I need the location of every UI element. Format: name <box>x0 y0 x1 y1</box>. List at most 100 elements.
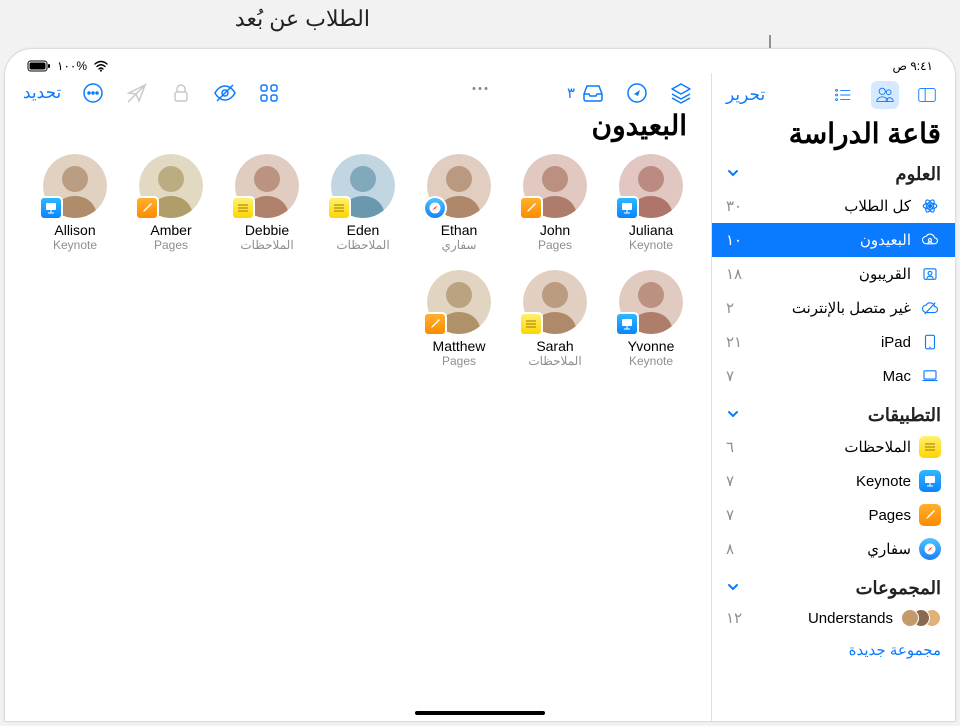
student-app-label: Keynote <box>603 354 699 368</box>
student-name: Juliana <box>603 222 699 238</box>
battery-icon <box>27 60 51 72</box>
student-app-label: Pages <box>507 238 603 252</box>
student-name: John <box>507 222 603 238</box>
home-indicator[interactable] <box>415 711 545 715</box>
student-app-label: الملاحظات <box>219 238 315 252</box>
student-card[interactable]: JulianaKeynote <box>603 154 699 252</box>
ipad-icon <box>919 331 941 353</box>
nav-arrow-icon <box>125 81 149 105</box>
student-app-label: Pages <box>411 354 507 368</box>
inbox-icon[interactable]: ٣ <box>567 81 605 105</box>
students-grid: AllisonKeynoteAmberPagesDebbieالملاحظاتE… <box>5 154 711 386</box>
student-card[interactable]: Sarahالملاحظات <box>507 270 603 368</box>
section-header-groups[interactable]: المجموعات <box>712 574 955 603</box>
student-card[interactable]: Debbieالملاحظات <box>219 154 315 252</box>
sidebar-item-count: ١٢ <box>726 609 742 627</box>
sidebar-item-nearby[interactable]: القريبون١٨ <box>712 257 955 291</box>
section-header-sciences[interactable]: العلوم <box>712 160 955 189</box>
student-card[interactable]: Ethanسفاري <box>411 154 507 252</box>
person-rect-icon <box>919 263 941 285</box>
sidebar-item-mac[interactable]: Mac ٧ <box>712 359 955 393</box>
battery-text: %١٠٠ <box>57 59 87 73</box>
new-group-button[interactable]: مجموعة جديدة <box>712 633 955 667</box>
student-card[interactable]: JohnPages <box>507 154 603 252</box>
student-name: Sarah <box>507 338 603 354</box>
student-app-label: Keynote <box>603 238 699 252</box>
device-frame: ٩:٤١ ص %١٠٠ تحرير قاعة الدراسة العلوم <box>4 48 956 722</box>
student-card[interactable]: AmberPages <box>123 154 219 252</box>
group-avatars-icon <box>901 609 941 627</box>
multitask-dots[interactable] <box>473 87 488 90</box>
chevron-down-icon <box>726 405 740 426</box>
sidebar-item-count: ١٨ <box>726 265 742 283</box>
status-time: ٩:٤١ ص <box>892 59 933 73</box>
sidebar-item-label: iPad <box>881 334 911 351</box>
section-title: العلوم <box>895 164 941 185</box>
students-view-icon[interactable] <box>871 81 899 109</box>
page-title: البعيدون <box>5 107 711 154</box>
cloud-person-icon <box>919 229 941 251</box>
sidebar-item-label: كل الطلاب <box>844 197 911 215</box>
sidebar-item-group[interactable]: Understands١٢ <box>712 603 955 633</box>
sidebar-item-label: الملاحظات <box>844 438 911 456</box>
student-card[interactable]: Edenالملاحظات <box>315 154 411 252</box>
status-bar: ٩:٤١ ص %١٠٠ <box>5 49 955 73</box>
sidebar-item-count: ٦ <box>726 438 734 456</box>
sidebar-title: قاعة الدراسة <box>712 113 955 160</box>
sidebar-toolbar: تحرير <box>712 73 955 113</box>
inbox-count: ٣ <box>567 84 575 102</box>
sidebar-item-app-pages[interactable]: Pages ٧ <box>712 498 955 532</box>
student-name: Yvonne <box>603 338 699 354</box>
sidebar-item-count: ٧ <box>726 506 734 524</box>
select-button[interactable]: تحديد <box>23 83 61 103</box>
sidebar-item-label: Pages <box>868 507 911 524</box>
sidebar-item-offline[interactable]: غير متصل بالإنترنت٢ <box>712 291 955 325</box>
main-toolbar: ٣ تحديد <box>5 73 711 107</box>
sidebar-item-all[interactable]: كل الطلاب ٣٠ <box>712 189 955 223</box>
sidebar-item-app-keynote[interactable]: Keynote ٧ <box>712 464 955 498</box>
sidebar-item-label: البعيدون <box>860 231 911 249</box>
sidebar-item-count: ١٠ <box>726 231 742 249</box>
sidebar-item-app-notes[interactable]: الملاحظات ٦ <box>712 430 955 464</box>
compass-icon[interactable] <box>625 81 649 105</box>
edit-button[interactable]: تحرير <box>726 85 765 105</box>
student-app-label: Keynote <box>27 238 123 252</box>
student-app-label: سفاري <box>411 238 507 252</box>
section-title: التطبيقات <box>868 405 941 426</box>
student-app-label: Pages <box>123 238 219 252</box>
apps-grid-icon[interactable] <box>257 81 281 105</box>
sidebar-item-remote[interactable]: البعيدون ١٠ <box>712 223 955 257</box>
student-name: Allison <box>27 222 123 238</box>
sidebar-item-count: ٨ <box>726 540 734 558</box>
sidebar-item-label: Mac <box>883 368 911 385</box>
sidebar-item-label: سفاري <box>867 540 911 558</box>
student-name: Matthew <box>411 338 507 354</box>
more-icon[interactable] <box>81 81 105 105</box>
chevron-down-icon <box>726 164 740 185</box>
student-card[interactable]: MatthewPages <box>411 270 507 368</box>
atom-icon <box>919 195 941 217</box>
sidebar-toggle-icon[interactable] <box>913 81 941 109</box>
student-card[interactable]: AllisonKeynote <box>27 154 123 252</box>
callout-text: الطلاب عن بُعد <box>235 6 370 32</box>
main-panel: ٣ تحديد البعيدون AllisonKeynoteAmberPage… <box>5 73 711 721</box>
student-name: Debbie <box>219 222 315 238</box>
lock-icon <box>169 81 193 105</box>
sidebar-item-count: ٣٠ <box>726 197 742 215</box>
status-indicators: %١٠٠ <box>27 59 109 73</box>
sidebar-item-count: ٧ <box>726 472 734 490</box>
mac-icon <box>919 365 941 387</box>
sidebar-item-count: ٧ <box>726 367 734 385</box>
student-card[interactable]: YvonneKeynote <box>603 270 699 368</box>
list-view-icon[interactable] <box>829 81 857 109</box>
student-name: Ethan <box>411 222 507 238</box>
sidebar-item-label: Keynote <box>856 473 911 490</box>
sidebar-item-count: ٢١ <box>726 333 742 351</box>
eye-slash-icon[interactable] <box>213 81 237 105</box>
chevron-down-icon <box>726 578 740 599</box>
sidebar-item-app-safari[interactable]: سفاري ٨ <box>712 532 955 566</box>
wifi-icon <box>93 60 109 72</box>
sidebar-item-ipad[interactable]: iPad ٢١ <box>712 325 955 359</box>
layers-icon[interactable] <box>669 81 693 105</box>
section-header-apps[interactable]: التطبيقات <box>712 401 955 430</box>
